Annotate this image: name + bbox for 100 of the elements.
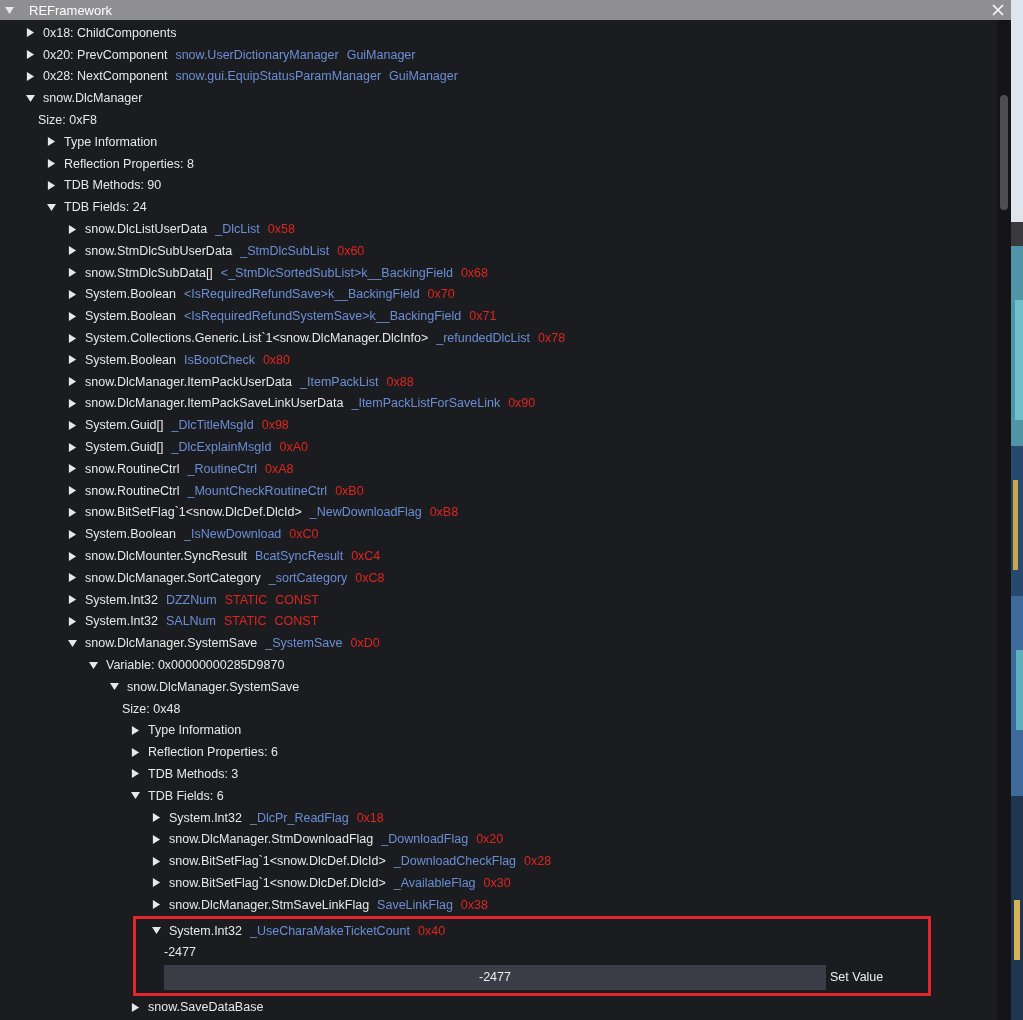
tree-node-label[interactable]: System.Boolean xyxy=(85,527,177,542)
caret-right-icon[interactable] xyxy=(131,725,140,735)
tree-node-label[interactable]: Type Information xyxy=(148,723,242,738)
caret-down-icon[interactable] xyxy=(26,93,35,103)
caret-right-icon[interactable] xyxy=(68,486,77,496)
field-link[interactable]: SaveLinkFlag xyxy=(377,897,453,912)
caret-down-icon[interactable] xyxy=(68,638,77,648)
tree-node-label[interactable]: System.Boolean xyxy=(85,309,177,324)
caret-right-icon[interactable] xyxy=(68,616,77,626)
tree-node-label[interactable]: Type Information xyxy=(64,134,158,149)
tree-node-label[interactable]: System.Int32 xyxy=(85,592,158,607)
tree-node-label[interactable]: 0x28: NextComponent xyxy=(43,69,168,84)
caret-right-icon[interactable] xyxy=(47,137,56,147)
caret-right-icon[interactable] xyxy=(68,311,77,321)
field-link[interactable]: SALNum xyxy=(165,614,216,629)
caret-right-icon[interactable] xyxy=(68,464,77,474)
field-link[interactable]: snow.UserDictionaryManager xyxy=(175,47,339,62)
tree-node-label[interactable]: snow.DlcManager.SystemSave xyxy=(85,636,258,651)
caret-right-icon[interactable] xyxy=(68,377,77,387)
field-link[interactable]: <IsRequiredRefundSave>k__BackingField xyxy=(184,287,420,302)
caret-down-icon[interactable] xyxy=(89,660,98,670)
tree-node-label[interactable]: snow.SaveDataBase xyxy=(148,1000,264,1015)
field-link[interactable]: _ItemPackList xyxy=(300,374,379,389)
tree-node-label[interactable]: snow.DlcMounter.SyncResult xyxy=(85,549,247,563)
caret-right-icon[interactable] xyxy=(152,813,161,823)
caret-down-icon[interactable] xyxy=(131,791,140,801)
caret-right-icon[interactable] xyxy=(68,551,77,561)
tree-node-label[interactable]: TDB Methods: 90 xyxy=(64,178,162,193)
caret-right-icon[interactable] xyxy=(26,72,35,81)
caret-right-icon[interactable] xyxy=(131,769,140,779)
scrollbar[interactable] xyxy=(997,20,1011,1020)
field-link[interactable]: _RoutineCtrl xyxy=(187,461,257,476)
field-link[interactable]: _DownloadCheckFlag xyxy=(393,854,517,869)
caret-right-icon[interactable] xyxy=(152,878,161,888)
caret-right-icon[interactable] xyxy=(131,747,140,757)
caret-right-icon[interactable] xyxy=(26,28,35,38)
tree-node-label[interactable]: 0x18: ChildComponents xyxy=(43,25,177,40)
tree-node-label[interactable]: 0x20: PrevComponent xyxy=(43,47,168,62)
field-link[interactable]: _DlcExplainMsgId xyxy=(171,440,272,455)
tree-node-label[interactable]: snow.DlcManager.ItemPackUserData xyxy=(85,374,293,389)
tree-node-label[interactable]: snow.DlcManager.SortCategory xyxy=(85,570,261,585)
caret-right-icon[interactable] xyxy=(68,355,77,365)
field-link[interactable]: _DlcPr_ReadFlag xyxy=(249,810,349,825)
field-link[interactable]: _refundedDlcList xyxy=(436,331,531,346)
caret-right-icon[interactable] xyxy=(68,420,77,430)
field-link[interactable]: _IsNewDownload xyxy=(184,527,282,542)
field-link[interactable]: _DlcList xyxy=(215,222,260,237)
field-link[interactable]: snow.gui.EquipStatusParamManager xyxy=(175,69,382,84)
tree-node-label[interactable]: System.Int32 xyxy=(169,923,242,938)
tree-node-label[interactable]: snow.StmDlcSubData[] xyxy=(85,265,213,280)
caret-right-icon[interactable] xyxy=(47,180,56,190)
field-link[interactable]: _SystemSave xyxy=(265,636,343,651)
field-link[interactable]: <_StmDlcSortedSubList>k__BackingField xyxy=(220,265,453,280)
caret-right-icon[interactable] xyxy=(68,442,77,452)
field-link[interactable]: IsBootCheck xyxy=(184,352,255,367)
caret-down-icon[interactable] xyxy=(110,682,119,692)
caret-right-icon[interactable] xyxy=(68,333,77,343)
scrollbar-thumb[interactable] xyxy=(1000,95,1008,210)
caret-down-icon[interactable] xyxy=(47,202,56,212)
tree-node-label[interactable]: System.Boolean xyxy=(85,287,177,302)
caret-right-icon[interactable] xyxy=(68,507,77,517)
field-link[interactable]: _ItemPackListForSaveLink xyxy=(351,396,501,411)
caret-right-icon[interactable] xyxy=(68,529,77,539)
field-link[interactable]: _AvailableFlag xyxy=(393,875,476,890)
field-link[interactable]: DZZNum xyxy=(165,592,217,607)
tree-node-label[interactable]: TDB Fields: 6 xyxy=(148,788,224,803)
tree-node-label[interactable]: snow.BitSetFlag`1<snow.DlcDef.DlcId> xyxy=(169,875,386,890)
caret-right-icon[interactable] xyxy=(68,595,77,605)
field-link[interactable]: _sortCategory xyxy=(268,570,348,585)
tree-node-label[interactable]: snow.DlcManager.StmSaveLinkFlag xyxy=(169,897,370,912)
field-link[interactable]: BcatSyncResult xyxy=(254,549,344,563)
caret-right-icon[interactable] xyxy=(68,246,77,256)
tree-node-label[interactable]: System.Int32 xyxy=(169,810,242,825)
caret-right-icon[interactable] xyxy=(68,224,77,234)
field-link[interactable]: _StmDlcSubList xyxy=(240,243,330,258)
caret-right-icon[interactable] xyxy=(68,268,77,278)
value-input[interactable]: -2477 xyxy=(164,964,826,990)
caret-down-icon[interactable] xyxy=(152,926,161,936)
close-button[interactable] xyxy=(991,3,1005,17)
field-link[interactable]: _DownloadFlag xyxy=(381,832,469,847)
tree-node-label[interactable]: Variable: 0x00000000285D9870 xyxy=(106,658,285,672)
field-link[interactable]: _DlcTitleMsgId xyxy=(171,418,254,433)
caret-right-icon[interactable] xyxy=(131,1002,140,1012)
tree-node-label[interactable]: snow.RoutineCtrl xyxy=(85,483,180,498)
tree-node-label[interactable]: System.Guid[] xyxy=(85,418,164,433)
tree-node-label[interactable]: snow.DlcManager.SystemSave xyxy=(127,679,300,694)
tree-node-label[interactable]: snow.RoutineCtrl xyxy=(85,461,180,476)
tree-node-label[interactable]: Reflection Properties: 8 xyxy=(64,156,194,171)
tree-node-label[interactable]: snow.DlcListUserData xyxy=(85,222,208,237)
tree-node-label[interactable]: snow.BitSetFlag`1<snow.DlcDef.DlcId> xyxy=(169,854,386,869)
caret-right-icon[interactable] xyxy=(47,159,56,169)
field-link[interactable]: GuiManager xyxy=(389,69,458,84)
field-link[interactable]: _MountCheckRoutineCtrl xyxy=(187,483,328,498)
caret-right-icon[interactable] xyxy=(68,398,77,408)
tree-node-label[interactable]: Reflection Properties: 6 xyxy=(148,745,278,760)
tree-node-label[interactable]: snow.DlcManager xyxy=(43,91,143,106)
tree-node-label[interactable]: snow.StmDlcSubUserData xyxy=(85,243,233,258)
tree-node-label[interactable]: snow.DlcManager.StmDownloadFlag xyxy=(169,832,374,847)
tree-node-label[interactable]: System.Boolean xyxy=(85,352,177,367)
tree-node-label[interactable]: System.Guid[] xyxy=(85,440,164,455)
